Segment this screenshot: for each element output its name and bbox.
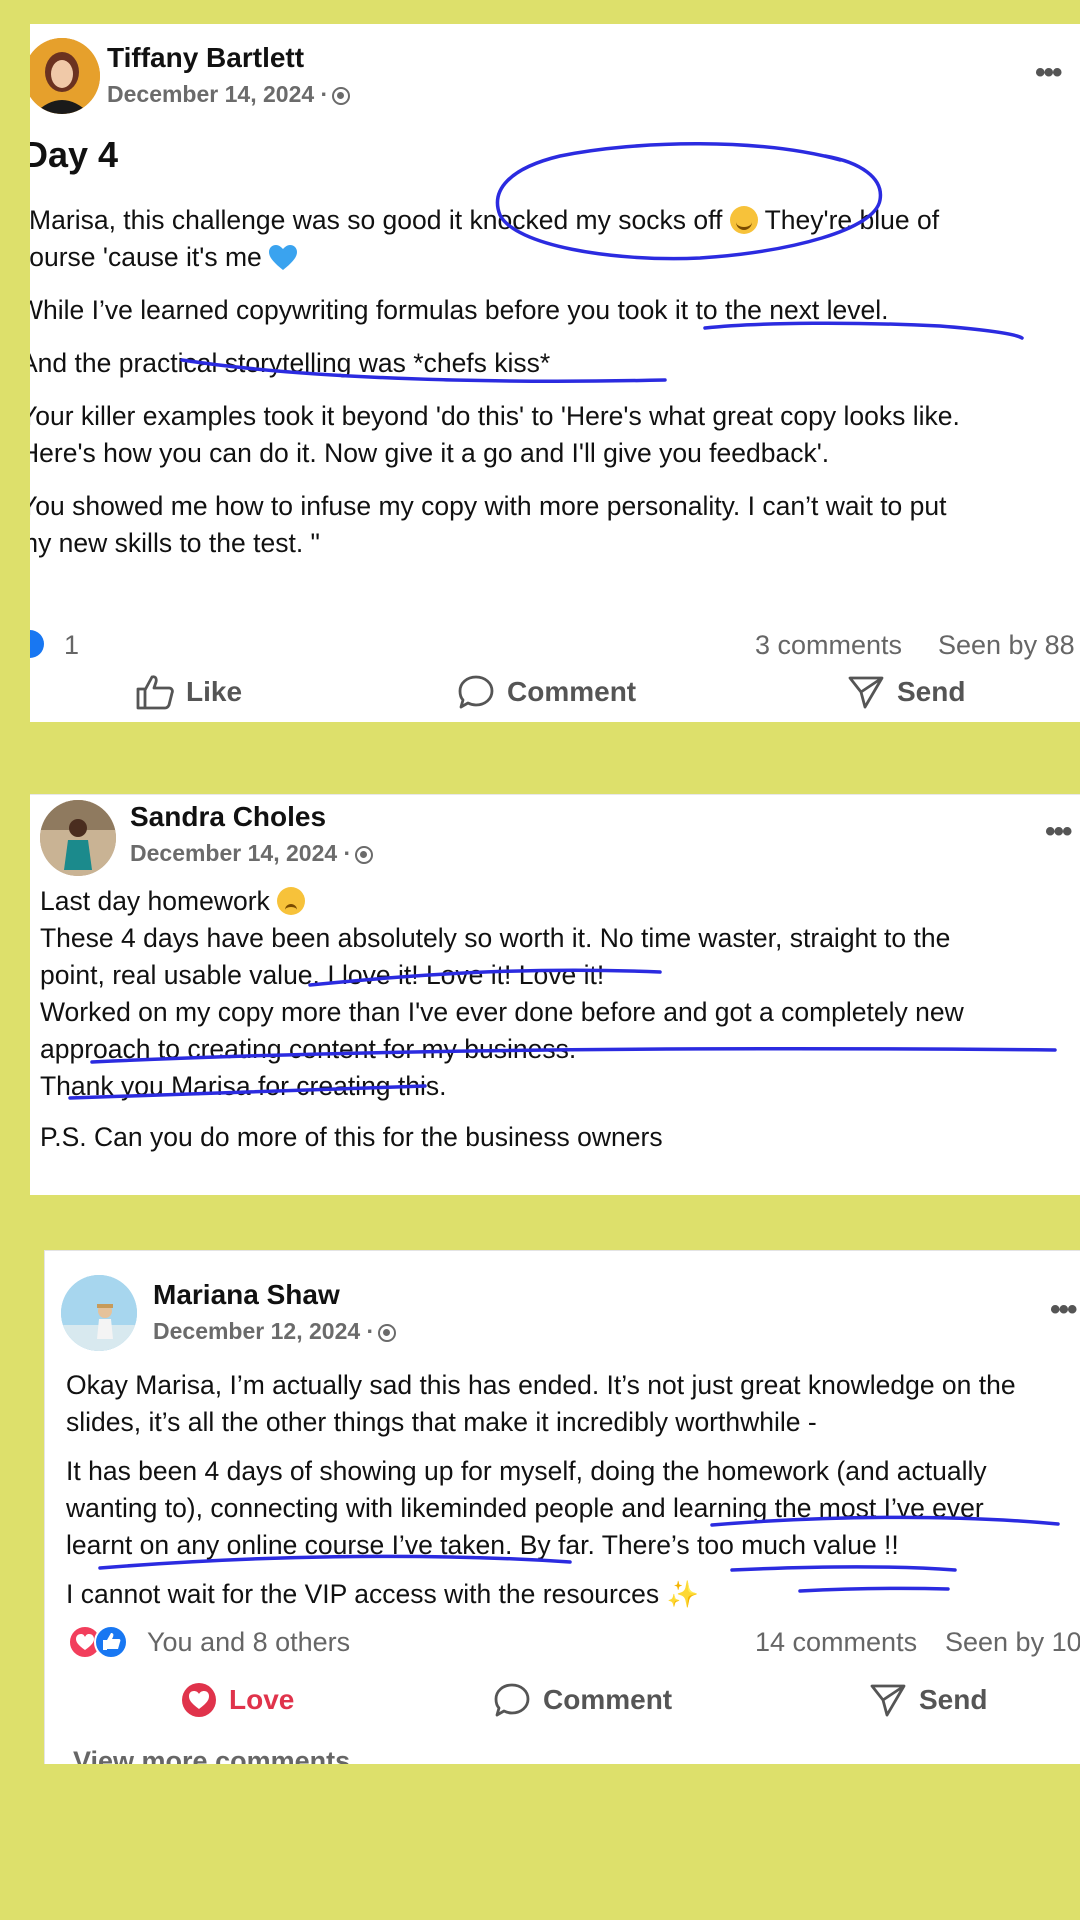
author-name[interactable]: Tiffany Bartlett <box>107 42 304 74</box>
globe-icon <box>355 846 374 864</box>
love-button[interactable]: Love <box>181 1682 294 1718</box>
post-text-line: While I’ve learned copywriting formulas … <box>30 295 889 325</box>
post-text-line: Here's how you can do it. Now give it a … <box>30 438 830 468</box>
like-label: Like <box>186 676 243 707</box>
post-text-line: approach to creating content for my busi… <box>40 1034 577 1064</box>
post-card-mariana: Mariana Shaw December 12, 2024 · ••• Oka… <box>30 1250 1080 1764</box>
post-text: 'Marisa, this challenge was so good it k… <box>30 205 723 235</box>
view-more-comments-link[interactable]: View more comments <box>73 1746 350 1764</box>
post-text: course 'cause it's me <box>30 242 262 272</box>
post-text-line: Your killer examples took it beyond 'do … <box>30 401 960 431</box>
comments-count[interactable]: 3 comments <box>755 630 902 661</box>
thumbs-up-icon <box>136 675 174 710</box>
reaction-count[interactable]: 1 <box>64 630 79 661</box>
send-button[interactable]: Send <box>847 674 965 710</box>
like-reaction-icon <box>94 1625 128 1659</box>
send-label: Send <box>919 1684 988 1715</box>
post-text-line: It has been 4 days of showing up for mys… <box>66 1456 987 1486</box>
send-button[interactable]: Send <box>869 1682 987 1718</box>
post-text-line: Last day homework <box>40 883 306 920</box>
post-date-text: December 14, 2024 · <box>130 840 352 866</box>
globe-icon <box>332 87 351 105</box>
post-text-line: slides, it’s all the other things that m… <box>66 1407 817 1437</box>
blue-heart-icon <box>269 245 298 270</box>
post-text-line: 'Marisa, this challenge was so good it k… <box>30 202 939 239</box>
post-text: Last day homework <box>40 886 270 916</box>
like-button[interactable]: Like <box>136 674 242 710</box>
reaction-icons[interactable] <box>68 1625 132 1659</box>
sparkles-icon: ✨ <box>666 1579 699 1609</box>
post-title: Day 4 <box>30 134 119 175</box>
seen-count[interactable]: Seen by 10 <box>945 1627 1080 1658</box>
like-reaction-icon[interactable] <box>30 630 44 658</box>
avatar[interactable] <box>40 800 116 876</box>
send-icon <box>848 676 884 709</box>
post-body: Mariana Shaw December 12, 2024 · ••• Oka… <box>44 1250 1080 1764</box>
post-text-line: P.S. Can you do more of this for the bus… <box>40 1122 663 1152</box>
comment-label: Comment <box>507 676 637 707</box>
reactions-text[interactable]: You and 8 others <box>147 1627 350 1658</box>
more-options-icon[interactable]: ••• <box>1035 56 1062 90</box>
post-body: Sandra Choles December 14, 2024 · ••• La… <box>30 794 1080 1195</box>
avatar[interactable] <box>30 38 100 114</box>
post-text-line: These 4 days have been absolutely so wor… <box>40 923 951 953</box>
smiling-face-icon <box>729 206 758 234</box>
post-card-sandra: Sandra Choles December 14, 2024 · ••• La… <box>30 777 1080 1195</box>
post-text: I cannot wait for the VIP access with th… <box>66 1579 660 1609</box>
post-text-line: point, real usable value. I love it! Lov… <box>40 960 605 990</box>
post-text-line: Thank you Marisa for creating this. <box>40 1071 447 1101</box>
post-text-line: Okay Marisa, I’m actually sad this has e… <box>66 1370 1016 1400</box>
globe-icon <box>378 1324 397 1342</box>
post-text-line: course 'cause it's me <box>30 239 298 276</box>
send-label: Send <box>897 676 966 707</box>
heart-icon <box>182 1683 216 1717</box>
post-text-line: learnt on any online course I’ve taken. … <box>66 1530 899 1560</box>
author-name[interactable]: Mariana Shaw <box>153 1279 340 1311</box>
post-text-line: You showed me how to infuse my copy with… <box>30 491 947 521</box>
comment-label: Comment <box>543 1684 673 1715</box>
post-date-text: December 12, 2024 · <box>153 1318 375 1344</box>
post-text-line: I cannot wait for the VIP access with th… <box>66 1576 699 1613</box>
comments-count[interactable]: 14 comments <box>755 1627 917 1658</box>
post-text-line: And the practical storytelling was *chef… <box>30 348 551 378</box>
more-options-icon[interactable]: ••• <box>1050 1293 1077 1327</box>
send-icon <box>870 1684 906 1717</box>
more-options-icon[interactable]: ••• <box>1045 815 1072 849</box>
avatar[interactable] <box>61 1275 137 1351</box>
post-text-line: wanting to), connecting with likeminded … <box>66 1493 984 1523</box>
post-card-tiffany: Tiffany Bartlett December 14, 2024 · •••… <box>30 24 1080 722</box>
post-date[interactable]: December 14, 2024 · <box>130 840 374 867</box>
comment-button[interactable]: Comment <box>493 1682 672 1718</box>
love-label: Love <box>229 1684 295 1715</box>
post-text: They're blue of <box>764 205 940 235</box>
post-date-text: December 14, 2024 · <box>107 81 329 107</box>
post-text-line: Worked on my copy more than I've ever do… <box>40 997 964 1027</box>
post-text-line: my new skills to the test. " <box>30 528 320 558</box>
sad-face-icon <box>277 887 306 915</box>
seen-count[interactable]: Seen by 88 <box>938 630 1075 661</box>
post-date[interactable]: December 12, 2024 · <box>153 1318 397 1345</box>
post-date[interactable]: December 14, 2024 · <box>107 81 351 108</box>
comment-bubble-icon <box>494 1683 530 1717</box>
comment-button[interactable]: Comment <box>457 674 636 710</box>
author-name[interactable]: Sandra Choles <box>130 801 326 833</box>
comment-bubble-icon <box>458 675 494 709</box>
